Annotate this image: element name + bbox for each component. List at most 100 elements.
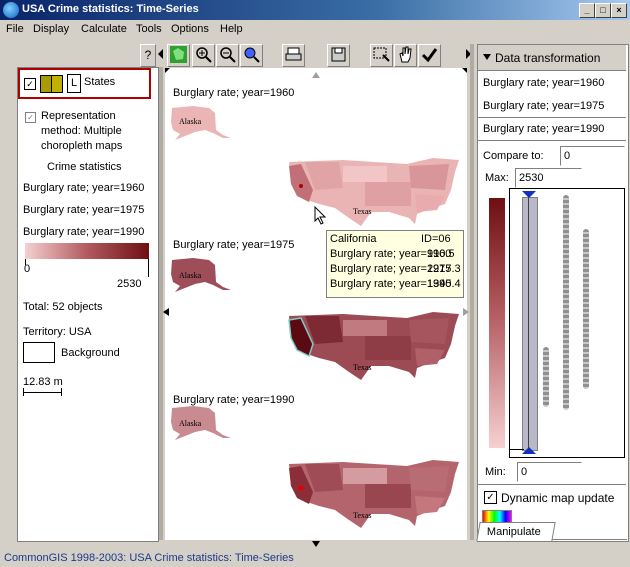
texas-label-1990: Texas	[353, 511, 372, 520]
tooltip: California ID=06 Burglary rate; year=196…	[326, 230, 464, 298]
corner-marker-icon-2	[462, 68, 467, 73]
color-scale-bar	[25, 243, 149, 259]
zoom-out-icon[interactable]	[216, 44, 239, 67]
texas-label-1960: Texas	[353, 207, 372, 216]
tab-manipulate[interactable]: Manipulate	[476, 522, 556, 541]
maximize-button[interactable]: □	[595, 3, 611, 18]
dist-column-1960	[543, 347, 549, 407]
scale-tick-max	[148, 259, 149, 277]
corner-marker-icon	[165, 68, 170, 73]
slider-track[interactable]	[522, 197, 538, 451]
menu-file[interactable]: File	[6, 23, 24, 35]
tab-manipulate-label: Manipulate	[486, 526, 541, 538]
print-icon[interactable]	[282, 44, 305, 67]
attribute-1990: Burglary rate; year=1990	[23, 226, 145, 238]
dynamic-update-checkbox[interactable]: ✓	[484, 491, 497, 504]
representation-line-3: choropleth maps	[41, 140, 123, 152]
alaska-label-1990: Alaska	[179, 419, 202, 428]
min-marker-line	[510, 449, 524, 450]
help-button[interactable]: ?	[140, 44, 156, 67]
menu-display[interactable]: Display	[33, 23, 69, 35]
menu-tools[interactable]: Tools	[136, 23, 162, 35]
scale-max-label: 2530	[117, 278, 142, 290]
dynamic-update-label: Dynamic map update	[501, 491, 615, 505]
max-handle-icon[interactable]	[522, 191, 536, 198]
tab-baseline	[552, 539, 627, 540]
map-title-1975: Burglary rate; year=1975	[173, 239, 295, 251]
status-text: CommonGIS 1998-2003: USA Crime statistic…	[4, 552, 294, 564]
attribute-1975: Burglary rate; year=1975	[23, 204, 145, 216]
tooltip-row-1990-value: 1345.4	[427, 278, 461, 290]
menu-bar: File Display Calculate Tools Options Hel…	[0, 20, 630, 39]
splitter-right[interactable]	[470, 44, 474, 540]
transformation-header[interactable]: Data transformation	[478, 45, 626, 71]
alaska-label-1960: Alaska	[179, 117, 202, 126]
select-rect-icon[interactable]	[370, 44, 393, 67]
rp-divider-3	[478, 484, 626, 485]
layer-header[interactable]: ✓ L States	[18, 68, 151, 99]
scale-bar-line	[23, 392, 61, 393]
rp-divider-1	[478, 117, 626, 118]
representation-line-2: method: Multiple	[41, 125, 122, 137]
transformation-title: Data transformation	[495, 51, 601, 65]
max-input[interactable]: 2530	[515, 168, 582, 188]
apply-check-icon[interactable]	[418, 44, 441, 67]
representation-line-1: Representation	[41, 110, 116, 122]
scroll-left-icon[interactable]	[158, 49, 163, 59]
texas-label-1975: Texas	[353, 363, 372, 372]
usa-mainland-1990	[289, 460, 459, 528]
minimize-button[interactable]: _	[579, 3, 595, 18]
rp-attribute-1975: Burglary rate; year=1975	[483, 100, 605, 112]
usa-mainland-1975	[288, 312, 459, 380]
layer-name: States	[84, 76, 116, 88]
layer-key[interactable]: L	[67, 74, 81, 93]
tooltip-row-1975-value: 2217.3	[427, 263, 461, 275]
tooltip-id: ID=06	[421, 233, 451, 245]
value-distribution-box[interactable]	[509, 188, 625, 458]
max-label: Max:	[485, 172, 509, 184]
title-bar: USA Crime statistics: Time-Series _ □ ×	[0, 0, 630, 20]
scale-distance: 12.83 m	[23, 376, 63, 388]
menu-help[interactable]: Help	[220, 23, 243, 35]
window-title: USA Crime statistics: Time-Series	[22, 3, 199, 15]
territory-label: Territory: USA	[23, 326, 92, 338]
zoom-in-icon[interactable]	[192, 44, 215, 67]
layer-color-icon-2	[51, 75, 63, 93]
zoom-full-icon[interactable]	[240, 44, 263, 67]
tooltip-name: California	[330, 233, 377, 245]
menu-options[interactable]: Options	[171, 23, 209, 35]
tooltip-row-1960-value: 910.5	[427, 248, 455, 260]
compare-input[interactable]: 0	[560, 146, 625, 166]
menu-calculate[interactable]: Calculate	[81, 23, 127, 35]
color-gradient-column	[489, 198, 505, 448]
slider-axis	[528, 195, 529, 451]
mouse-cursor-icon	[314, 206, 327, 225]
rp-attribute-1990: Burglary rate; year=1990	[483, 123, 605, 135]
layer-visible-checkbox[interactable]: ✓	[24, 78, 36, 90]
dist-column-1990	[583, 229, 589, 389]
map-1990[interactable]: Alaska Texas	[165, 404, 465, 538]
min-handle-icon[interactable]	[522, 447, 536, 454]
pan-up-icon[interactable]	[312, 72, 320, 78]
scale-min-label: 0	[24, 263, 31, 275]
dist-column-1975	[563, 195, 569, 410]
app-icon	[3, 2, 19, 18]
map-extent-icon[interactable]	[167, 44, 190, 67]
close-button[interactable]: ×	[611, 3, 627, 18]
min-input[interactable]: 0	[517, 462, 582, 482]
alaska-label-1975: Alaska	[179, 271, 202, 280]
total-objects: Total: 52 objects	[23, 301, 103, 313]
scale-bar-tick-right	[61, 388, 62, 396]
compare-label: Compare to:	[483, 150, 544, 162]
pan-down-icon[interactable]	[312, 541, 320, 547]
save-icon[interactable]	[327, 44, 350, 67]
collapse-triangle-icon[interactable]	[483, 54, 491, 60]
status-bar: CommonGIS 1998-2003: USA Crime statistic…	[0, 549, 630, 567]
map-title-1960: Burglary rate; year=1960	[173, 87, 295, 99]
scale-bar-tick-left	[23, 388, 24, 396]
pan-hand-icon[interactable]	[394, 44, 417, 67]
splitter-left[interactable]	[159, 67, 163, 540]
representation-checkbox[interactable]: ✓	[25, 112, 36, 123]
background-swatch[interactable]	[23, 342, 55, 363]
rp-divider-2	[478, 140, 626, 141]
